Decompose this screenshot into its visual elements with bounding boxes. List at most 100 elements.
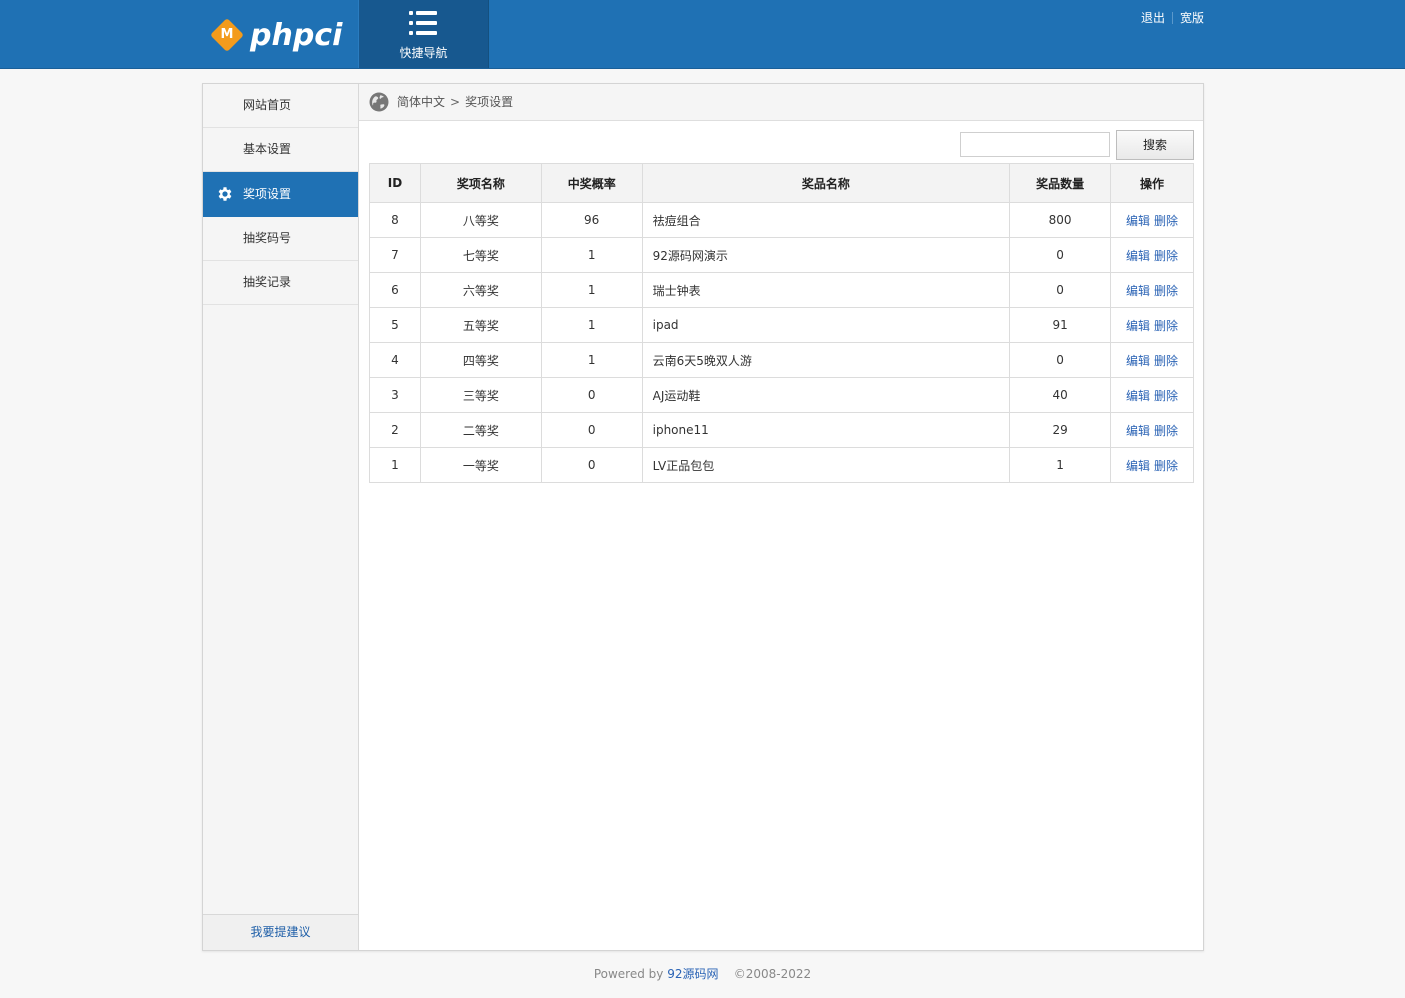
sidebar-item-label: 奖项设置 <box>243 187 292 201</box>
cell-actions: 编辑 删除 <box>1110 377 1194 413</box>
cell-prize-name: 云南6天5晚双人游 <box>641 342 1011 378</box>
search-input[interactable] <box>960 132 1110 157</box>
sidebar-item-home[interactable]: 网站首页 <box>203 84 358 128</box>
cell-award-name: 三等奖 <box>419 377 542 413</box>
cell-id: 1 <box>369 447 421 483</box>
search-button[interactable]: 搜索 <box>1116 130 1194 160</box>
logo-text: phpci <box>250 17 343 53</box>
delete-link[interactable]: 删除 <box>1154 284 1178 298</box>
cell-id: 4 <box>369 342 421 378</box>
sidebar-item-lottery-records[interactable]: 抽奖记录 <box>203 261 358 305</box>
divider <box>1171 11 1173 24</box>
edit-link[interactable]: 编辑 <box>1126 284 1150 298</box>
cell-win-rate: 0 <box>540 377 643 413</box>
gear-icon <box>218 187 232 201</box>
sidebar-item-prize-settings[interactable]: 奖项设置 <box>203 172 358 217</box>
edit-link[interactable]: 编辑 <box>1126 389 1150 403</box>
table-row: 4 四等奖 1 云南6天5晚双人游 0 编辑 删除 <box>369 342 1194 378</box>
delete-link[interactable]: 删除 <box>1154 319 1178 333</box>
cell-actions: 编辑 删除 <box>1110 237 1194 273</box>
cell-prize-name: iphone11 <box>641 412 1011 448</box>
edit-link[interactable]: 编辑 <box>1126 214 1150 228</box>
powered-by-text: Powered by <box>593 967 664 981</box>
cell-award-name: 二等奖 <box>419 412 542 448</box>
cell-win-rate: 1 <box>540 342 643 378</box>
cell-prize-name: AJ运动鞋 <box>641 377 1011 413</box>
delete-link[interactable]: 删除 <box>1154 424 1178 438</box>
cell-win-rate: 96 <box>540 202 643 238</box>
page-footer: Powered by 92源码网 ©2008-2022 <box>0 965 1405 982</box>
cell-award-name: 一等奖 <box>419 447 542 483</box>
sidebar-item-label: 抽奖码号 <box>243 231 292 245</box>
edit-link[interactable]: 编辑 <box>1126 459 1150 473</box>
feedback-link[interactable]: 我要提建议 <box>250 925 310 939</box>
cell-award-name: 四等奖 <box>419 342 542 378</box>
delete-link[interactable]: 删除 <box>1154 389 1178 403</box>
cell-actions: 编辑 删除 <box>1110 307 1194 343</box>
breadcrumb: 简体中文 > 奖项设置 <box>359 84 1203 121</box>
sidebar-item-lottery-codes[interactable]: 抽奖码号 <box>203 217 358 261</box>
cell-prize-name: 祛痘组合 <box>641 202 1011 238</box>
cell-actions: 编辑 删除 <box>1110 447 1194 483</box>
cell-win-rate: 0 <box>540 447 643 483</box>
table-row: 7 七等奖 1 92源码网演示 0 编辑 删除 <box>369 237 1194 273</box>
sidebar-item-label: 抽奖记录 <box>243 275 292 289</box>
delete-link[interactable]: 删除 <box>1154 214 1178 228</box>
column-header-win-rate: 中奖概率 <box>540 163 643 203</box>
list-icon <box>409 11 437 35</box>
cell-id: 3 <box>369 377 421 413</box>
edit-link[interactable]: 编辑 <box>1126 319 1150 333</box>
column-header-prize-name: 奖品名称 <box>641 163 1011 203</box>
content-area: 简体中文 > 奖项设置 搜索 ID 奖项名称 中奖概率 奖品名称 奖品数量 操作 8… <box>359 84 1203 950</box>
table-row: 5 五等奖 1 ipad 91 编辑 删除 <box>369 307 1194 343</box>
copyright-text: ©2008-2022 <box>733 967 812 981</box>
logout-link[interactable]: 退出 <box>1141 9 1165 26</box>
cell-prize-name: 瑞士钟表 <box>641 272 1011 308</box>
cell-id: 8 <box>369 202 421 238</box>
wide-mode-link[interactable]: 宽版 <box>1180 9 1204 26</box>
table-row: 2 二等奖 0 iphone11 29 编辑 删除 <box>369 412 1194 448</box>
cell-prize-qty: 0 <box>1009 342 1112 378</box>
quick-nav-label: 快捷导航 <box>399 46 448 60</box>
breadcrumb-root[interactable]: 简体中文 <box>397 95 445 109</box>
sidebar-item-basic-settings[interactable]: 基本设置 <box>203 128 358 172</box>
site-link[interactable]: 92源码网 <box>667 967 718 981</box>
delete-link[interactable]: 删除 <box>1154 354 1178 368</box>
cell-id: 6 <box>369 272 421 308</box>
edit-link[interactable]: 编辑 <box>1126 249 1150 263</box>
cell-award-name: 五等奖 <box>419 307 542 343</box>
cell-win-rate: 0 <box>540 412 643 448</box>
cell-prize-qty: 0 <box>1009 272 1112 308</box>
cell-id: 7 <box>369 237 421 273</box>
top-header: M phpci 快捷导航 退出 宽版 <box>0 0 1405 69</box>
edit-link[interactable]: 编辑 <box>1126 354 1150 368</box>
column-header-prize-qty: 奖品数量 <box>1009 163 1112 203</box>
delete-link[interactable]: 删除 <box>1154 459 1178 473</box>
quick-nav-button[interactable]: 快捷导航 <box>358 0 489 68</box>
column-header-actions: 操作 <box>1110 163 1194 203</box>
logo[interactable]: M phpci <box>210 17 342 53</box>
sidebar-footer: 我要提建议 <box>203 914 358 950</box>
globe-icon <box>369 92 389 112</box>
cell-prize-qty: 0 <box>1009 237 1112 273</box>
cell-award-name: 七等奖 <box>419 237 542 273</box>
sidebar-item-label: 基本设置 <box>243 142 292 156</box>
prize-table: ID 奖项名称 中奖概率 奖品名称 奖品数量 操作 8 八等奖 96 祛痘组合 800 编… <box>369 163 1194 483</box>
cell-id: 5 <box>369 307 421 343</box>
delete-link[interactable]: 删除 <box>1154 249 1178 263</box>
cell-actions: 编辑 删除 <box>1110 412 1194 448</box>
top-links: 退出 宽版 <box>1141 9 1204 26</box>
main-frame: 网站首页 基本设置 奖项设置 抽奖码号 抽奖记录 我要提建议 简体中文 > 奖项… <box>202 83 1204 951</box>
cell-prize-qty: 800 <box>1009 202 1112 238</box>
cell-prize-qty: 29 <box>1009 412 1112 448</box>
cell-id: 2 <box>369 412 421 448</box>
table-row: 8 八等奖 96 祛痘组合 800 编辑 删除 <box>369 202 1194 238</box>
sidebar-item-label: 网站首页 <box>243 98 292 112</box>
cell-prize-name: LV正品包包 <box>641 447 1011 483</box>
table-row: 3 三等奖 0 AJ运动鞋 40 编辑 删除 <box>369 377 1194 413</box>
logo-mark-icon: M <box>210 18 244 52</box>
breadcrumb-current: 奖项设置 <box>465 95 514 109</box>
table-header-row: ID 奖项名称 中奖概率 奖品名称 奖品数量 操作 <box>369 163 1194 203</box>
cell-prize-name: ipad <box>641 307 1011 343</box>
edit-link[interactable]: 编辑 <box>1126 424 1150 438</box>
